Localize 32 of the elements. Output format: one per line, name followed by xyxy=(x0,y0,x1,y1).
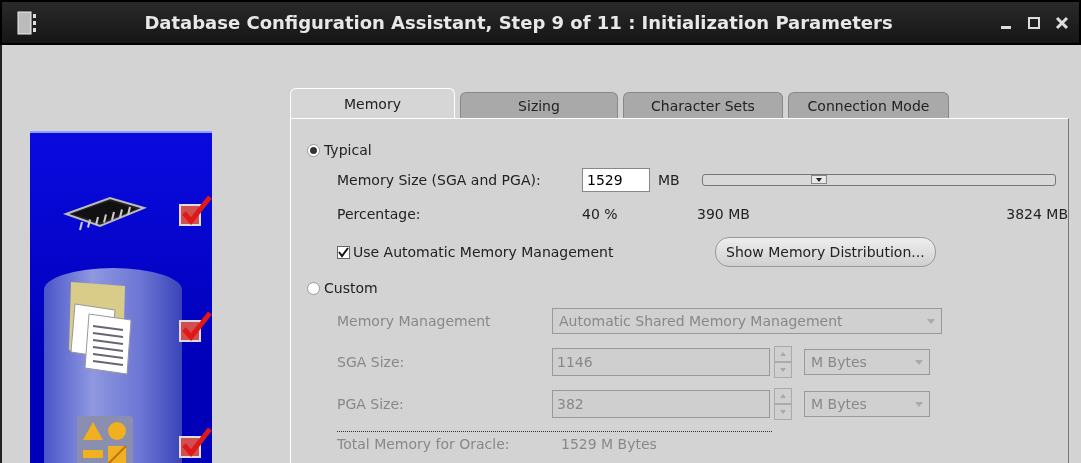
caret-icon xyxy=(915,359,923,365)
total-memory-label: Total Memory for Oracle: xyxy=(337,436,511,452)
field-label: Memory Size (SGA and PGA): xyxy=(337,172,542,188)
total-memory-value: 1529 M Bytes xyxy=(561,436,657,452)
unit-label: MB xyxy=(658,172,681,188)
radio-label: Custom xyxy=(324,280,378,296)
tab[interactable]: Connection Mode xyxy=(788,92,949,118)
field-label: SGA Size: xyxy=(337,354,406,370)
radio-label: Typical xyxy=(324,142,372,158)
caret-icon xyxy=(927,318,935,324)
show-memory-distribution-button[interactable]: Show Memory Distribution... xyxy=(715,237,936,267)
checkbox[interactable] xyxy=(337,245,350,259)
field-label: Percentage: xyxy=(337,206,422,222)
window-title: Database Configuration Assistant, Step 9 of 11 : Initialization Parameters xyxy=(143,12,894,33)
radio-button[interactable] xyxy=(307,143,320,157)
field-label: PGA Size: xyxy=(337,396,405,412)
shapes-icon xyxy=(77,416,133,463)
close-icon[interactable] xyxy=(1055,15,1069,30)
percentage-value: 40 % xyxy=(582,206,619,222)
tab[interactable]: Sizing xyxy=(460,92,618,118)
caret-icon xyxy=(915,401,923,407)
memory-slider[interactable] xyxy=(702,174,1056,186)
app-icon xyxy=(16,9,38,36)
field-label: Memory Management xyxy=(337,313,492,329)
slider-min-label: 390 MB xyxy=(697,206,751,222)
memory-size-field[interactable]: 1529 xyxy=(582,168,650,192)
checkbox-label: Use Automatic Memory Management xyxy=(353,244,615,260)
maximize-icon[interactable] xyxy=(1027,15,1041,30)
tab[interactable]: Character Sets xyxy=(623,92,783,118)
tab[interactable]: Memory xyxy=(290,88,455,118)
slider-max-label: 3824 MB xyxy=(1006,206,1068,222)
slider-thumb[interactable] xyxy=(811,175,828,184)
